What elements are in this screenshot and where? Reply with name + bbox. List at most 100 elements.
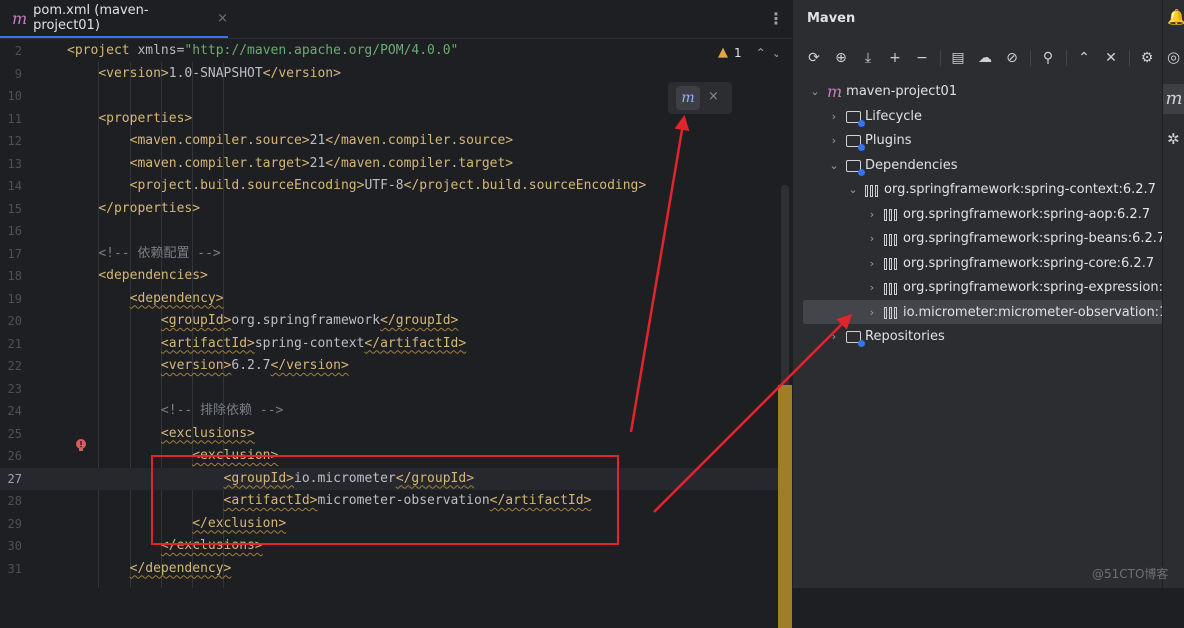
code-text: </properties> bbox=[67, 198, 200, 221]
code-text: <exclusions> bbox=[67, 423, 255, 446]
chevron-down-icon[interactable]: ⌄ bbox=[807, 80, 823, 104]
code-token: <!-- 排除依赖 --> bbox=[160, 403, 284, 418]
chevron-right-icon[interactable]: › bbox=[864, 203, 880, 227]
tree-node[interactable]: › Repositories bbox=[826, 325, 945, 349]
error-bulb-icon[interactable] bbox=[74, 437, 88, 451]
tree-node-label: Lifecycle bbox=[865, 108, 923, 124]
code-token: <exclusions> bbox=[160, 425, 255, 441]
tree-node[interactable]: › org.springframework:spring-expression:6… bbox=[864, 276, 1184, 300]
code-token: <version> bbox=[98, 65, 169, 81]
tree-node[interactable]: › org.springframework:spring-aop:6.2.7 bbox=[864, 203, 1150, 227]
plus-icon[interactable]: + bbox=[884, 47, 906, 69]
code-token: </groupId> bbox=[380, 313, 459, 328]
line-number: 18 bbox=[7, 269, 22, 283]
code-line[interactable]: 11 <properties> bbox=[0, 108, 778, 131]
tree-node[interactable]: ⌄ m maven-project01 bbox=[807, 80, 957, 104]
reload-all-icon[interactable]: ⟳ bbox=[803, 47, 825, 69]
code-token: </maven.compiler.source> bbox=[325, 133, 514, 148]
tree-node-label: Plugins bbox=[865, 133, 912, 148]
add-project-icon[interactable]: ⊕ bbox=[830, 47, 852, 69]
tree-node-label: io.micrometer:micrometer-observation:1.1… bbox=[903, 304, 1184, 320]
tab-title: pom.xml (maven-project01) bbox=[33, 3, 149, 33]
chevron-right-icon[interactable]: › bbox=[864, 276, 880, 300]
line-number: 26 bbox=[7, 449, 22, 463]
code-line[interactable]: 24 <!-- 排除依赖 --> bbox=[0, 400, 778, 423]
code-line[interactable]: 18 <dependencies> bbox=[0, 265, 778, 288]
code-line[interactable]: 15 </properties> bbox=[0, 198, 778, 221]
minus-icon[interactable]: − bbox=[911, 47, 933, 69]
skip-tests-icon[interactable]: ⊘ bbox=[1001, 47, 1023, 69]
chevron-right-icon[interactable]: › bbox=[826, 129, 842, 153]
code-line[interactable]: 2 <project xmlns="http://maven.apache.org… bbox=[0, 40, 778, 63]
tree-node[interactable]: › Lifecycle bbox=[826, 105, 922, 129]
chevron-right-icon[interactable]: › bbox=[826, 105, 842, 129]
notifications-icon[interactable]: 🔔 bbox=[1167, 8, 1184, 26]
tree-node[interactable]: › org.springframework:spring-core:6.2.7 bbox=[864, 252, 1154, 276]
code-text: <version>6.2.7</version> bbox=[67, 355, 349, 378]
tree-node[interactable]: ⌄ Dependencies bbox=[826, 154, 958, 178]
tree-node-label: org.springframework:spring-aop:6.2.7 bbox=[903, 206, 1151, 222]
run-config-icon[interactable]: ▤ bbox=[947, 47, 969, 69]
code-line[interactable]: 12 <maven.compiler.source>21</maven.comp… bbox=[0, 130, 778, 153]
code-token: <project bbox=[67, 43, 138, 58]
tree-node-label: org.springframework:spring-expression:6.… bbox=[903, 280, 1184, 295]
code-line[interactable]: 9 <version>1.0-SNAPSHOT</version> bbox=[0, 63, 778, 86]
code-line[interactable]: 23 bbox=[0, 378, 778, 401]
code-line[interactable]: 22 <version>6.2.7</version> bbox=[0, 355, 778, 378]
editor-menu-icon[interactable]: ⋮ bbox=[768, 9, 784, 28]
tab-close-icon[interactable]: × bbox=[217, 11, 228, 26]
library-icon bbox=[884, 233, 899, 246]
chevron-down-icon[interactable]: ⌄ bbox=[845, 178, 861, 202]
code-line[interactable]: 16 bbox=[0, 220, 778, 243]
code-text: <dependency> bbox=[67, 288, 224, 311]
code-line[interactable]: 19 <dependency> bbox=[0, 288, 778, 311]
toolbar-separator bbox=[1129, 50, 1130, 66]
tree-node[interactable]: ⌄ org.springframework:spring-context:6.2.… bbox=[845, 178, 1156, 202]
expand-all-icon[interactable]: ⌃ bbox=[1073, 47, 1095, 69]
maven-icon[interactable]: m bbox=[1163, 84, 1184, 114]
chevron-down-icon[interactable]: ⌄ bbox=[826, 154, 842, 178]
plugin-icon[interactable]: ✲ bbox=[1167, 130, 1180, 148]
offline-icon[interactable]: ☁ bbox=[974, 47, 996, 69]
popup-close-icon[interactable]: × bbox=[708, 89, 719, 104]
tree-node[interactable]: › org.springframework:spring-beans:6.2.7 bbox=[864, 227, 1165, 251]
tab-pom-xml[interactable]: m pom.xml (maven-project01) × bbox=[0, 0, 228, 38]
tree-node-selected[interactable]: › io.micrometer:micrometer-observation:1.… bbox=[864, 301, 1184, 325]
tree-node-label: Repositories bbox=[865, 329, 945, 344]
code-token: <project.build.sourceEncoding> bbox=[129, 178, 365, 193]
code-text: <groupId>org.springframework</groupId> bbox=[67, 310, 458, 333]
code-line[interactable]: 17 <!-- 依赖配置 --> bbox=[0, 243, 778, 266]
ai-icon[interactable]: ◎ bbox=[1167, 48, 1180, 66]
annotation-highlight-box bbox=[151, 455, 619, 545]
editor-scrollbar[interactable] bbox=[778, 40, 792, 628]
chevron-right-icon[interactable]: › bbox=[864, 227, 880, 251]
code-token: </dependency> bbox=[129, 560, 232, 576]
code-text: <dependencies> bbox=[67, 265, 208, 288]
code-line[interactable]: 25 <exclusions> bbox=[0, 423, 778, 446]
code-line[interactable]: 13 <maven.compiler.target>21</maven.comp… bbox=[0, 153, 778, 176]
tree-node[interactable]: › Plugins bbox=[826, 129, 912, 153]
warning-count: 1 bbox=[734, 45, 742, 60]
code-line[interactable]: 31 </dependency> bbox=[0, 558, 778, 581]
library-icon bbox=[865, 184, 880, 197]
code-line[interactable]: 21 <artifactId>spring-context</artifactI… bbox=[0, 333, 778, 356]
code-line[interactable]: 10 bbox=[0, 85, 778, 108]
load-maven-changes-button[interactable]: m bbox=[676, 86, 700, 110]
code-line[interactable]: 20 <groupId>org.springframework</groupId… bbox=[0, 310, 778, 333]
analyze-icon[interactable]: ⚲ bbox=[1037, 47, 1059, 69]
chevron-right-icon[interactable]: › bbox=[864, 301, 880, 325]
settings-icon[interactable]: ⚙ bbox=[1136, 47, 1158, 69]
download-icon[interactable]: ⤓ bbox=[857, 47, 879, 69]
code-token: 21 bbox=[309, 133, 326, 148]
code-token: <!-- 依赖配置 --> bbox=[98, 245, 221, 261]
line-number: 9 bbox=[14, 66, 22, 81]
line-number: 10 bbox=[7, 89, 22, 103]
code-line[interactable]: 14 <project.build.sourceEncoding>UTF-8</… bbox=[0, 175, 778, 198]
chevron-right-icon[interactable]: › bbox=[864, 252, 880, 276]
collapse-all-icon[interactable]: ✕ bbox=[1100, 47, 1122, 69]
chevron-right-icon[interactable]: › bbox=[826, 325, 842, 349]
